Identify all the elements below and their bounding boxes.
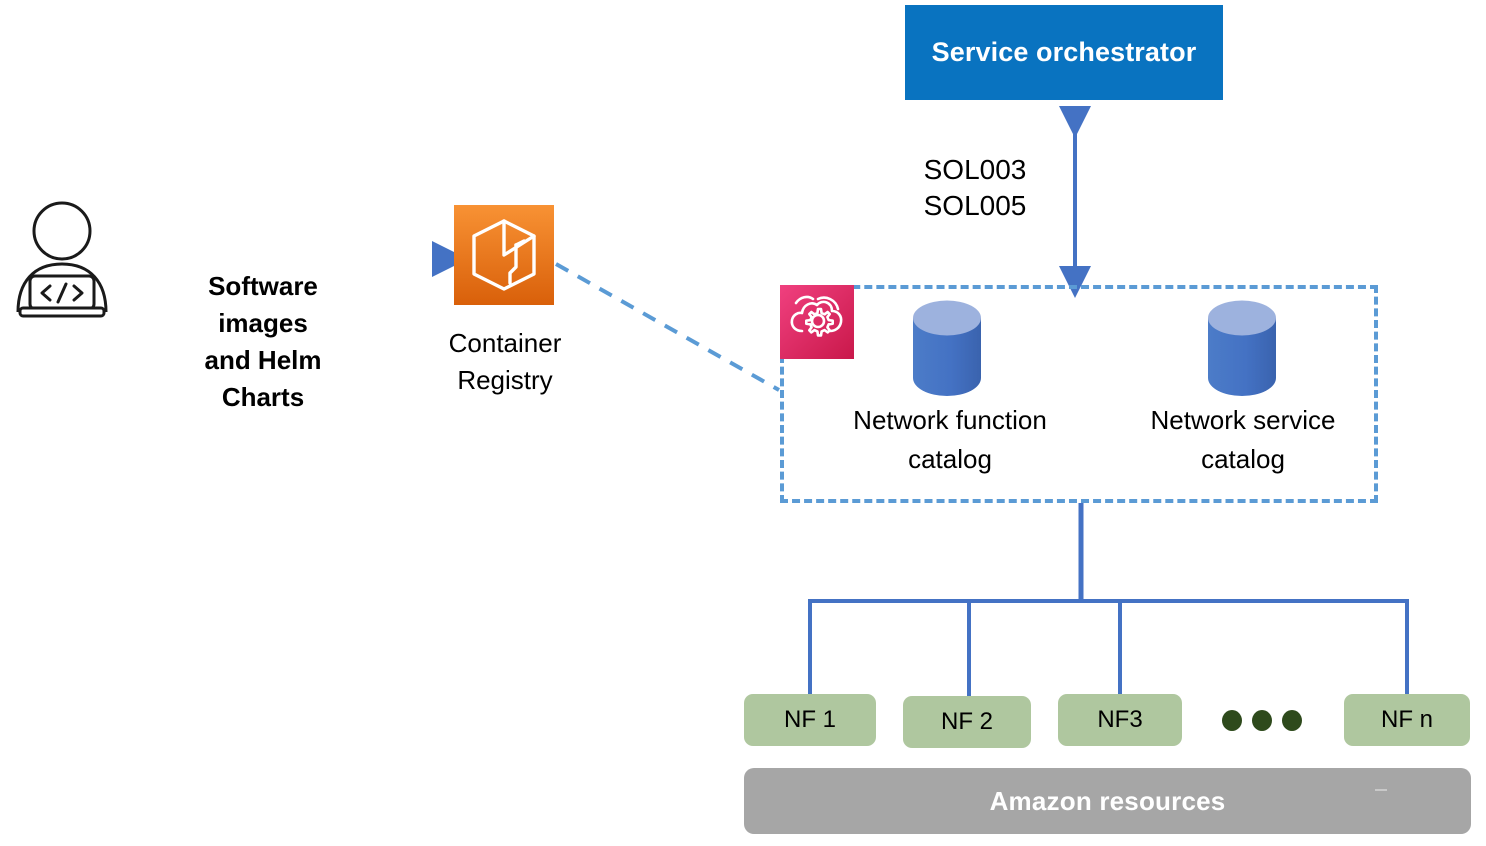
amazon-resources-bar: Amazon resources (744, 768, 1471, 834)
nf-catalog-line-1: Network function (853, 405, 1047, 435)
network-function-node-1: NF 1 (744, 694, 876, 746)
ellipsis-dot-1 (1222, 709, 1242, 731)
network-function-node-n: NF n (1344, 694, 1470, 746)
network-function-node-n-label: NF n (1380, 706, 1433, 733)
dev-label-line-4: Charts (221, 382, 305, 412)
network-function-node-3-label: NF3 (1097, 706, 1143, 733)
dev-label-line-1: Software (208, 271, 318, 301)
service-orchestrator-node: Service orchestrator (905, 5, 1223, 100)
developer-at-laptop-icon (8, 200, 116, 318)
amazon-resources-label: Amazon resources (989, 785, 1226, 816)
network-function-node-1-label: NF 1 (783, 706, 836, 733)
network-function-catalog-database-cylinder-icon (912, 300, 982, 396)
ns-catalog-line-2: catalog (1201, 444, 1285, 474)
network-function-node-2: NF 2 (903, 696, 1031, 748)
network-service-catalog-label: Network service catalog (1095, 401, 1391, 479)
network-function-node-2-label: NF 2 (940, 708, 993, 735)
sol005-label: SOL005 (923, 190, 1027, 221)
network-function-ellipsis-dots (1222, 709, 1302, 731)
sol003-label: SOL003 (923, 154, 1027, 185)
ns-catalog-line-1: Network service (1150, 405, 1336, 435)
nf-catalog-line-2: catalog (908, 444, 992, 474)
network-function-catalog-label: Network function catalog (795, 401, 1105, 479)
registry-label-line-1: Container (448, 328, 562, 358)
container-registry-label: Container Registry (405, 325, 605, 399)
ellipsis-dot-2 (1252, 709, 1272, 731)
network-function-node-3: NF3 (1058, 694, 1182, 746)
dev-label-line-2: images (218, 308, 308, 338)
amazon-resources-dash-artifact (1375, 789, 1387, 791)
ellipsis-dot-3 (1282, 709, 1302, 731)
software-images-helm-charts-label: Software images and Helm Charts (168, 268, 358, 416)
network-service-catalog-database-cylinder-icon (1207, 300, 1277, 396)
registry-label-line-2: Registry (457, 365, 553, 395)
sol-interface-labels: SOL003 SOL005 (895, 152, 1055, 224)
aws-telco-network-builder-cloud-gear-icon (780, 285, 854, 359)
amazon-ecr-container-cube-icon (454, 205, 554, 305)
service-orchestrator-label: Service orchestrator (931, 37, 1197, 67)
dev-label-line-3: and Helm (204, 345, 322, 375)
